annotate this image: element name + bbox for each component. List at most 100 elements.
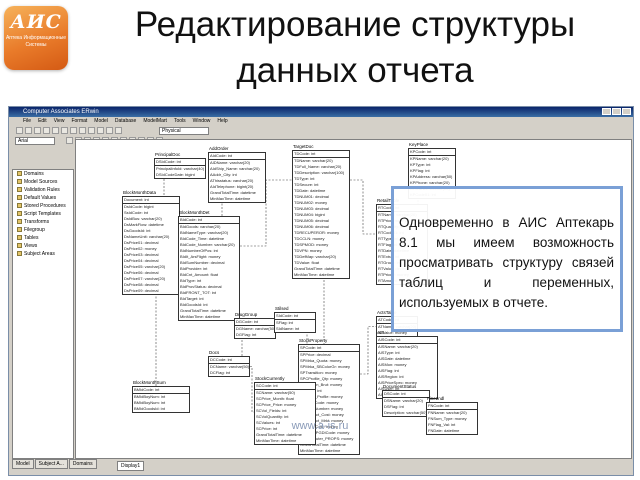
entity-name: Fine2ndl: [427, 396, 445, 401]
attribute-column: MinMaxTime: datetime: [210, 196, 251, 201]
zoom-icon[interactable]: [88, 127, 95, 134]
logo-text: АИС: [10, 11, 62, 33]
entity-table[interactable]: BlockMonthData Document: int DsIdCode: big…: [122, 190, 180, 295]
entity-name: BlockMonthSum: [133, 380, 166, 385]
diagram-tab[interactable]: Display1: [117, 461, 145, 471]
tree-item-label: Subject Areas: [24, 251, 55, 257]
explorer-tab[interactable]: Domains: [68, 459, 97, 469]
explorer-tabs: Model Subject A... Domains: [12, 459, 98, 469]
tree-item-label: Default Values: [24, 195, 57, 201]
entity-name: AddOrder: [209, 146, 229, 151]
copy-icon[interactable]: [61, 127, 68, 134]
tree-item[interactable]: Default Values: [13, 194, 73, 202]
folder-icon: [17, 203, 22, 209]
menu-item-help[interactable]: Help: [217, 118, 227, 124]
paste-icon[interactable]: [70, 127, 77, 134]
entity-table[interactable]: Stilsed SIdCode: int SFlag: int SIdName: in…: [274, 306, 316, 333]
tree-item-label: Filegroup: [24, 227, 45, 233]
menu-bar: File Edit View Format Model Database ModelMart…: [9, 117, 633, 126]
folder-icon: [17, 171, 22, 177]
entity-table[interactable]: StockCurrently SCCode: int SCName: varchar…: [254, 376, 316, 445]
entity-table[interactable]: AddOrder AIdCode: int AIDName: varchar(20)…: [208, 146, 266, 203]
toolbar-row-1: Physical: [9, 126, 633, 136]
folder-icon: [17, 219, 22, 225]
relation-tool-icon[interactable]: [106, 127, 113, 134]
menu-item-model[interactable]: Model: [94, 118, 108, 124]
folder-icon: [17, 251, 22, 257]
menu-item-format[interactable]: Format: [71, 118, 87, 124]
entity-name: StockCurrently: [255, 376, 285, 381]
view-mode-select[interactable]: Physical: [159, 127, 209, 135]
folder-icon: [17, 211, 22, 217]
slide-title-line2: данных отчета: [236, 51, 474, 90]
menu-item-modelmart[interactable]: ModelMart: [143, 118, 167, 124]
entity-name: StockProperty: [299, 338, 328, 343]
bold-icon[interactable]: [66, 137, 73, 144]
entity-table[interactable]: BlockMonthSum BMIdCode: int BMIdBoyNum: in…: [132, 380, 190, 413]
menu-item-view[interactable]: View: [54, 118, 65, 124]
entity-table[interactable]: PrincipalDoc DSIdCode: int PrincipalInfoId…: [154, 152, 206, 179]
tree-item-label: Tables: [24, 235, 39, 241]
entity-table[interactable]: BlockMonthDet BIdCode: int BIdGoods: varch…: [178, 210, 240, 321]
tree-item[interactable]: Stored Procedures: [13, 202, 73, 210]
attribute-column: MinMaxTime: datetime: [300, 448, 341, 453]
logo-subtitle: Аптека Информационные Системы: [5, 35, 67, 48]
company-logo: АИС Аптека Информационные Системы: [4, 6, 68, 70]
cut-icon[interactable]: [52, 127, 59, 134]
relationship-line[interactable]: [360, 326, 376, 375]
save-icon[interactable]: [34, 127, 41, 134]
relationship-line[interactable]: [350, 179, 376, 235]
font-select[interactable]: Arial: [15, 137, 55, 145]
minimize-button[interactable]: [602, 108, 611, 115]
menu-item-database[interactable]: Database: [115, 118, 136, 124]
attribute-column: MinMaxTime: datetime: [294, 272, 335, 277]
slide-title-line1: Редактирование структуры: [134, 5, 576, 44]
new-icon[interactable]: [16, 127, 23, 134]
print-icon[interactable]: [43, 127, 50, 134]
undo-icon[interactable]: [79, 127, 86, 134]
explorer-tab[interactable]: Model: [12, 459, 34, 469]
folder-icon: [17, 195, 22, 201]
tree-item-label: Views: [24, 243, 38, 249]
tree-item[interactable]: Tables: [13, 234, 73, 242]
folder-icon: [17, 235, 22, 241]
menu-item-tools[interactable]: Tools: [174, 118, 186, 124]
entity-name: Docs: [209, 350, 220, 355]
open-icon[interactable]: [25, 127, 32, 134]
tree-item[interactable]: Validation Rules: [13, 186, 73, 194]
tree-item[interactable]: Filegroup: [13, 226, 73, 234]
model-explorer-tree: Domains Model Sources Validation Rules Defa…: [12, 169, 74, 459]
entity-table[interactable]: DocumentStatus DSCode: int DSName: varchar…: [382, 384, 430, 417]
explorer-tab[interactable]: Subject A...: [34, 459, 68, 469]
menu-item-edit[interactable]: Edit: [38, 118, 47, 124]
attribute-column: MinMaxTime: datetime: [180, 314, 221, 319]
folder-icon: [17, 243, 22, 249]
tree-item[interactable]: Views: [13, 242, 73, 250]
window-title: Computer Associates ERwin: [23, 109, 99, 115]
menu-item-file[interactable]: File: [23, 118, 31, 124]
tree-item[interactable]: Script Templates: [13, 210, 73, 218]
attribute-column: DGFlag: int: [236, 332, 257, 337]
view-tool-icon[interactable]: [115, 127, 122, 134]
menu-item-window[interactable]: Window: [193, 118, 211, 124]
window-titlebar: Computer Associates ERwin: [9, 107, 633, 117]
entity-table[interactable]: TargetDoc TDCode: int TDName: varchar(20) T…: [292, 144, 350, 279]
entity-table[interactable]: Docs DCCode: int DCName: varchar(50) DCFlag…: [208, 350, 250, 377]
folder-icon: [17, 187, 22, 193]
close-button[interactable]: [622, 108, 631, 115]
attribute-column: MinMaxTime: datetime: [256, 438, 297, 443]
tree-item[interactable]: Domains: [13, 170, 73, 178]
entity-table[interactable]: DrugGroup DGCode: int DGName: varchar(50) D…: [234, 312, 276, 339]
entity-name: Stilsed: [275, 306, 289, 311]
tree-item[interactable]: Subject Areas: [13, 250, 73, 258]
attribute-column: DSIdCodeDate: bigint: [156, 172, 195, 177]
callout-box: Одновременно в АИС Аптекарь 8.1 мы имеем…: [391, 186, 623, 332]
attribute-column: DCFlag: int: [210, 370, 231, 375]
tree-item[interactable]: Transforms: [13, 218, 73, 226]
entity-name: AIS: [377, 330, 385, 335]
maximize-button[interactable]: [612, 108, 621, 115]
tree-item[interactable]: Model Sources: [13, 178, 73, 186]
entity-name: KeyPlace: [409, 142, 429, 147]
table-tool-icon[interactable]: [97, 127, 104, 134]
entity-name: BlockMonthData: [123, 190, 157, 195]
